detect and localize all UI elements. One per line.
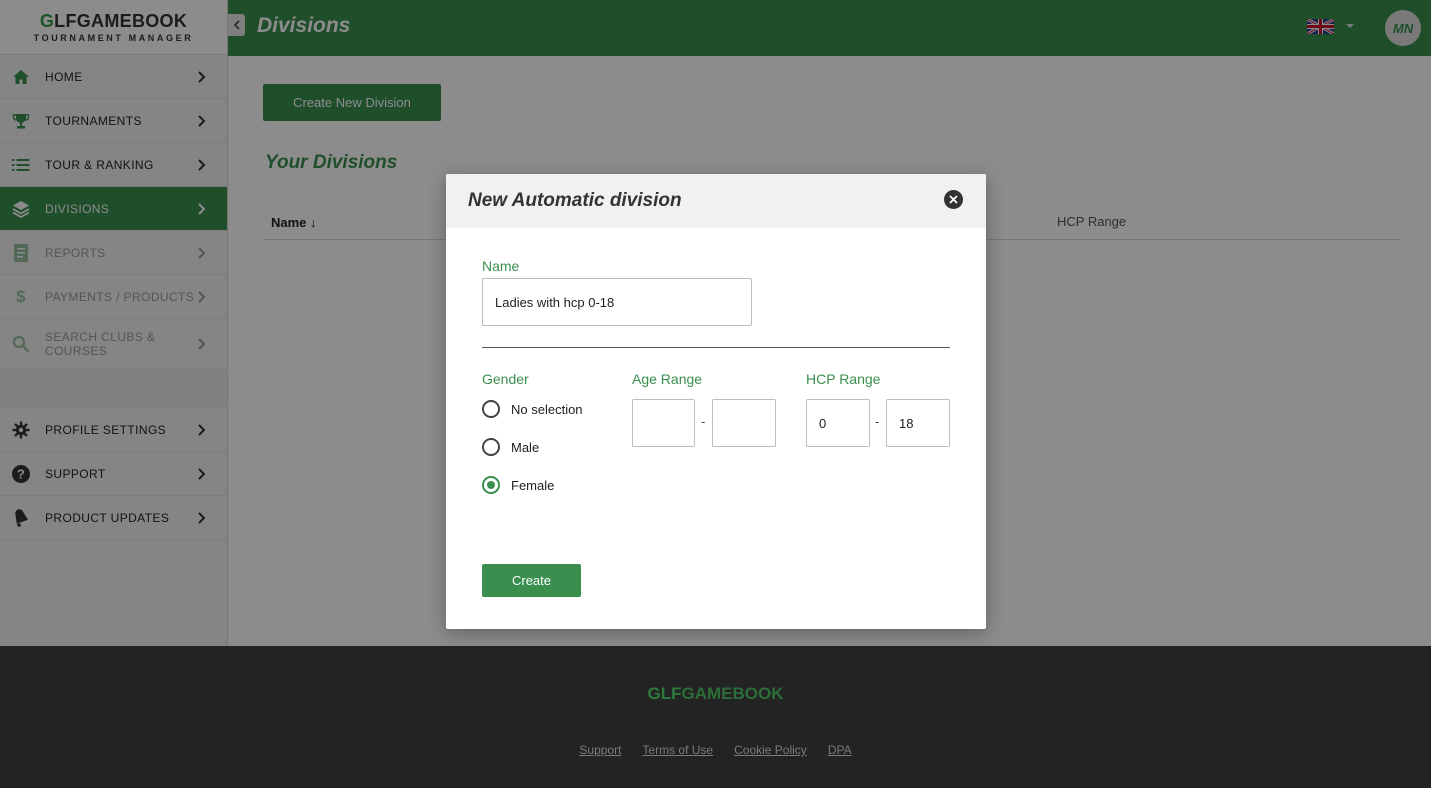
- gender-option-female[interactable]: Female: [482, 476, 554, 494]
- gender-label: Gender: [482, 371, 529, 387]
- radio-button[interactable]: [482, 438, 500, 456]
- close-icon: [949, 195, 958, 204]
- range-separator: -: [875, 414, 880, 429]
- radio-button[interactable]: [482, 400, 500, 418]
- name-input[interactable]: Ladies with hcp 0-18: [482, 278, 752, 326]
- radio-label: No selection: [511, 401, 583, 417]
- hcp-from-input[interactable]: 0: [806, 399, 870, 447]
- age-range-label: Age Range: [632, 371, 703, 387]
- modal-title: New Automatic division: [468, 190, 682, 211]
- age-to-input[interactable]: [712, 399, 776, 447]
- radio-label: Female: [511, 477, 555, 493]
- range-separator: -: [701, 414, 706, 429]
- close-button[interactable]: [944, 190, 963, 209]
- create-button[interactable]: Create: [482, 564, 581, 597]
- modal-header: New Automatic division: [446, 174, 986, 228]
- new-division-modal: New Automatic division Name Ladies with …: [446, 174, 986, 629]
- name-label: Name: [482, 258, 520, 274]
- modal-divider: [482, 347, 950, 348]
- hcp-range-label: HCP Range: [806, 371, 881, 387]
- radio-button-selected[interactable]: [482, 476, 500, 494]
- radio-label: Male: [511, 439, 540, 455]
- age-from-input[interactable]: [632, 399, 695, 447]
- footer-backdrop: [0, 646, 1431, 788]
- gender-option-no-selection[interactable]: No selection: [482, 400, 583, 418]
- hcp-to-input[interactable]: 18: [886, 399, 950, 447]
- gender-option-male[interactable]: Male: [482, 438, 539, 456]
